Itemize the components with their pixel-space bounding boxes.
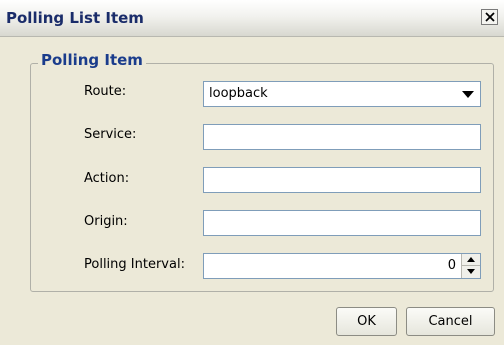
route-dropdown[interactable]: loopback	[203, 81, 481, 107]
origin-input[interactable]	[203, 210, 481, 236]
spinner-buttons	[461, 254, 480, 278]
polling-interval-label: Polling Interval:	[84, 257, 185, 272]
cancel-button[interactable]: Cancel	[406, 307, 495, 336]
action-label: Action:	[84, 171, 130, 186]
spin-up-button[interactable]	[461, 254, 480, 266]
close-button[interactable]	[481, 9, 498, 25]
polling-interval-value: 0	[447, 258, 456, 273]
close-icon	[485, 12, 495, 22]
polling-interval-spinner[interactable]: 0	[203, 253, 481, 279]
origin-label: Origin:	[84, 214, 128, 229]
title-bar[interactable]: Polling List Item	[0, 0, 504, 37]
group-legend: Polling Item	[38, 51, 146, 69]
spin-down-button[interactable]	[461, 266, 480, 278]
window-title: Polling List Item	[6, 9, 144, 27]
route-label: Route:	[84, 84, 127, 99]
polling-list-item-dialog: Polling List Item Polling Item Route: lo…	[0, 0, 504, 345]
spin-up-icon	[467, 257, 475, 262]
service-input[interactable]	[203, 124, 481, 150]
action-input[interactable]	[203, 167, 481, 193]
service-label: Service:	[84, 127, 137, 142]
ok-button[interactable]: OK	[336, 307, 397, 336]
chevron-down-icon[interactable]	[462, 91, 474, 98]
route-value: loopback	[209, 86, 268, 101]
spin-down-icon	[467, 269, 475, 274]
